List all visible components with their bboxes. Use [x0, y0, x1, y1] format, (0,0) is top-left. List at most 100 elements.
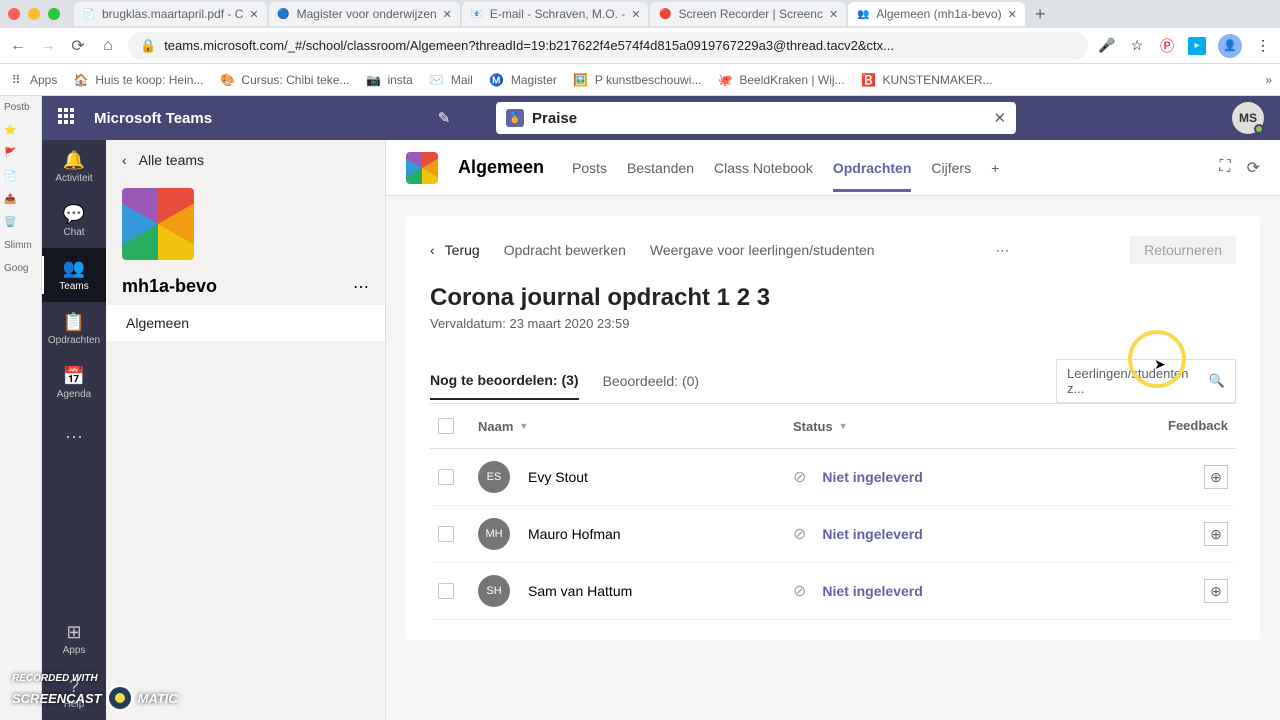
search-students-input[interactable]: Leerlingen/studenten z... 🔍: [1056, 359, 1236, 403]
bookmark-item[interactable]: 🏠Huis te koop: Hein...: [73, 72, 203, 88]
bookmark-label: BeeldKraken | Wij...: [739, 73, 844, 87]
close-tab-icon[interactable]: ✕: [249, 8, 258, 21]
rail-apps[interactable]: ⊞Apps: [42, 612, 106, 666]
mic-icon[interactable]: 🎤: [1098, 37, 1116, 55]
tab-grades[interactable]: Cijfers: [931, 144, 971, 192]
select-all-checkbox[interactable]: [438, 418, 454, 434]
reload-button[interactable]: ⟳: [68, 36, 88, 56]
bookmark-item[interactable]: 📷insta: [365, 72, 412, 88]
back-button[interactable]: ‹Terug: [430, 242, 480, 258]
not-turned-in-icon: ⊘: [793, 467, 806, 487]
bookmark-item[interactable]: 🎨Cursus: Chibi teke...: [219, 72, 349, 88]
edit-assignment-link[interactable]: Opdracht bewerken: [504, 242, 626, 258]
add-feedback-icon[interactable]: ⊕: [1204, 522, 1228, 546]
apps-icon: ⠿: [8, 72, 24, 88]
star-icon[interactable]: ☆: [1128, 37, 1146, 55]
menu-icon[interactable]: ⋮: [1254, 37, 1272, 55]
close-window-icon[interactable]: [8, 8, 20, 20]
bookmark-item[interactable]: ✉️Mail: [429, 72, 473, 88]
add-tab-button[interactable]: +: [991, 144, 999, 192]
tab-assignments[interactable]: Opdrachten: [833, 144, 912, 192]
bookmark-item[interactable]: 🐙BeeldKraken | Wij...: [717, 72, 844, 88]
bookmark-item[interactable]: Ⓜ️Magister: [489, 72, 557, 88]
row-checkbox[interactable]: [438, 583, 454, 599]
forward-button[interactable]: →: [38, 36, 58, 56]
team-more-icon[interactable]: ⋯: [353, 277, 369, 297]
rail-teams[interactable]: 👥Teams: [42, 248, 106, 302]
os-item[interactable]: 🗑️: [2, 215, 39, 230]
sort-icon: ▼: [839, 421, 848, 431]
student-view-link[interactable]: Weergave voor leerlingen/studenten: [650, 242, 875, 258]
tab-files[interactable]: Bestanden: [627, 144, 694, 192]
profile-avatar[interactable]: 👤: [1218, 34, 1242, 58]
student-row[interactable]: SHSam van Hattum ⊘Niet ingeleverd ⊕: [430, 563, 1236, 620]
tab-to-grade[interactable]: Nog te beoordelen: (3): [430, 362, 579, 400]
more-icon[interactable]: ⋯: [995, 242, 1009, 259]
rail-calendar[interactable]: 📅Agenda: [42, 356, 106, 410]
browser-tab-active[interactable]: 👥Algemeen (mh1a-bevo)✕: [848, 2, 1025, 26]
praise-bar[interactable]: 🏅 Praise ✕: [496, 102, 1016, 134]
rail-more[interactable]: ⋯: [42, 410, 106, 464]
back-button[interactable]: ←: [8, 36, 28, 56]
watermark-line1: RECORDED WITH: [12, 673, 178, 684]
column-status[interactable]: Status▼: [793, 418, 1108, 434]
browser-tab[interactable]: 🔴Screen Recorder | Screenc✕: [650, 2, 846, 26]
minimize-window-icon[interactable]: [28, 8, 40, 20]
tab-favicon: 📧: [470, 7, 484, 21]
app-launcher-icon[interactable]: [58, 108, 78, 128]
user-avatar[interactable]: MS: [1232, 102, 1264, 134]
close-tab-icon[interactable]: ✕: [1008, 8, 1017, 21]
close-tab-icon[interactable]: ✕: [443, 8, 452, 21]
rail-chat[interactable]: 💬Chat: [42, 194, 106, 248]
browser-tab[interactable]: 📄brugklas.maartapril.pdf - C✕: [74, 2, 267, 26]
row-checkbox[interactable]: [438, 526, 454, 542]
bookmark-item[interactable]: 🅱️KUNSTENMAKER...: [861, 72, 993, 88]
rail-assignments[interactable]: 📋Opdrachten: [42, 302, 106, 356]
return-button[interactable]: Retourneren: [1130, 236, 1236, 264]
home-button[interactable]: ⌂: [98, 36, 118, 56]
rail-label: Opdrachten: [48, 335, 100, 346]
tab-favicon: 👥: [856, 7, 870, 21]
close-tab-icon[interactable]: ✕: [829, 8, 838, 21]
rail-activity[interactable]: 🔔Activiteit: [42, 140, 106, 194]
add-feedback-icon[interactable]: ⊕: [1204, 465, 1228, 489]
close-icon[interactable]: ✕: [993, 109, 1006, 127]
extension-icon[interactable]: ▸: [1188, 37, 1206, 55]
tab-posts[interactable]: Posts: [572, 144, 607, 192]
tab-notebook[interactable]: Class Notebook: [714, 144, 813, 192]
os-item[interactable]: 🚩: [2, 146, 39, 161]
add-feedback-icon[interactable]: ⊕: [1204, 579, 1228, 603]
row-checkbox[interactable]: [438, 469, 454, 485]
os-item[interactable]: Postb: [2, 100, 39, 115]
main-content: Algemeen Posts Bestanden Class Notebook …: [386, 96, 1280, 720]
channel-item[interactable]: Algemeen: [106, 305, 385, 341]
url-input[interactable]: 🔒 teams.microsoft.com/_#/school/classroo…: [128, 32, 1088, 60]
column-name[interactable]: Naam▼: [478, 418, 793, 434]
student-row[interactable]: MHMauro Hofman ⊘Niet ingeleverd ⊕: [430, 506, 1236, 563]
expand-icon[interactable]: ⛶: [1219, 158, 1230, 178]
os-item[interactable]: 📤: [2, 192, 39, 207]
bookmarks-overflow[interactable]: »: [1265, 73, 1272, 87]
browser-tab[interactable]: 📧E-mail - Schraven, M.O. -✕: [462, 2, 649, 26]
bookmark-item[interactable]: 🖼️P kunstbeschouwi...: [573, 72, 702, 88]
bookmark-apps[interactable]: ⠿Apps: [8, 72, 57, 88]
back-all-teams[interactable]: ‹Alle teams: [106, 140, 385, 180]
browser-tab[interactable]: 🔵Magister voor onderwijzen✕: [269, 2, 460, 26]
student-name: Mauro Hofman: [528, 526, 621, 542]
pinterest-icon[interactable]: Ⓟ: [1158, 37, 1176, 55]
team-avatar[interactable]: [122, 188, 194, 260]
os-item[interactable]: Slimm: [2, 238, 39, 253]
compose-icon[interactable]: ✎: [428, 102, 460, 134]
os-item[interactable]: Goog: [2, 261, 39, 276]
tab-favicon: 🔵: [277, 7, 291, 21]
bookmark-label: Magister: [511, 73, 557, 87]
os-item[interactable]: 📄: [2, 169, 39, 184]
new-tab-button[interactable]: +: [1027, 4, 1054, 25]
os-item[interactable]: ⭐: [2, 123, 39, 138]
close-tab-icon[interactable]: ✕: [631, 8, 640, 21]
tab-graded[interactable]: Beoordeeld: (0): [603, 363, 700, 399]
student-name: Sam van Hattum: [528, 583, 632, 599]
refresh-icon[interactable]: ⟳: [1247, 158, 1260, 178]
student-row[interactable]: ESEvy Stout ⊘Niet ingeleverd ⊕: [430, 449, 1236, 506]
maximize-window-icon[interactable]: [48, 8, 60, 20]
